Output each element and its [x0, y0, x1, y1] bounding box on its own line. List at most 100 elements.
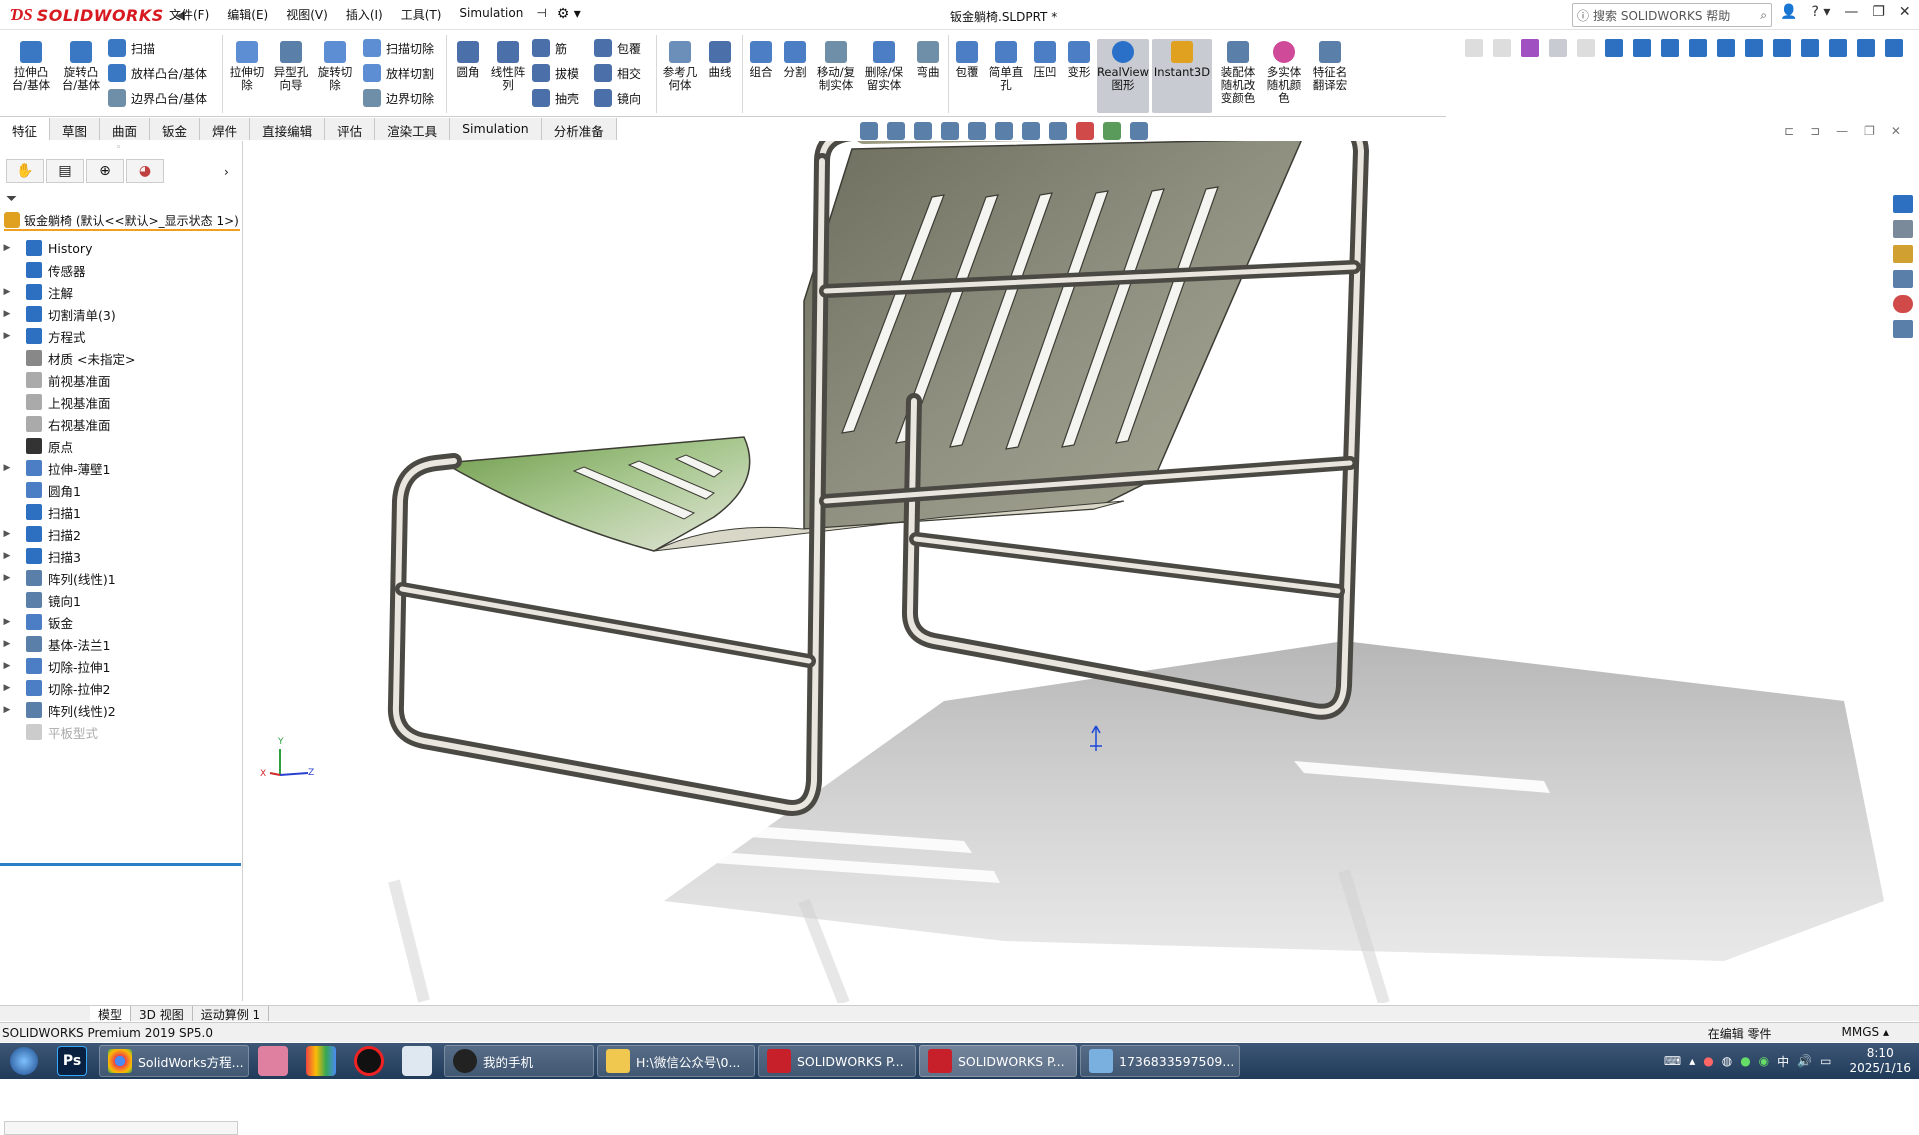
boundary-cut-button[interactable]: 边界切除	[363, 89, 434, 107]
lofted-cut-button[interactable]: 放样切割	[363, 64, 434, 82]
user-icon[interactable]: 👤	[1780, 4, 1797, 20]
app-fan-icon[interactable]	[402, 1046, 432, 1076]
filter-sketch-icon[interactable]	[1829, 39, 1847, 57]
menu-insert[interactable]: 插入(I)	[337, 6, 392, 23]
view-settings-icon[interactable]	[1130, 122, 1148, 140]
rollback-bar[interactable]	[0, 863, 241, 866]
tab-surfaces[interactable]: 曲面	[100, 118, 151, 140]
linear-pattern-button[interactable]: 线性阵 列	[488, 41, 528, 92]
tree-node[interactable]: ▶ 钣金	[0, 611, 243, 633]
appearances-icon[interactable]	[1893, 295, 1913, 313]
task-solidworks-2[interactable]: SOLIDWORKS P...	[919, 1045, 1077, 1077]
tab-render-tools[interactable]: 渲染工具	[375, 118, 451, 140]
expand-arrow-icon[interactable]: ▶	[0, 551, 14, 561]
tab-evaluate[interactable]: 评估	[325, 118, 376, 140]
minimize-button[interactable]: —	[1844, 4, 1858, 20]
tree-node[interactable]: ▶ 扫描2	[0, 523, 243, 545]
wrap-small-button[interactable]: 包覆	[594, 39, 641, 57]
tree-node[interactable]: 镜向1	[0, 589, 243, 611]
filter-vertex-icon[interactable]	[1605, 39, 1623, 57]
swept-cut-button[interactable]: 扫描切除	[363, 39, 434, 57]
tray-arrow-icon[interactable]: ▴	[1689, 1054, 1695, 1068]
section-view-icon[interactable]	[941, 122, 959, 140]
expand-arrow-icon[interactable]: ▶	[0, 639, 14, 649]
tray-green-icon[interactable]: ●	[1740, 1054, 1750, 1068]
sweep-button[interactable]: 扫描	[108, 39, 155, 57]
tree-node[interactable]: ▶ 方程式	[0, 325, 243, 347]
taskbar-clock[interactable]: 8:10 2025/1/16	[1849, 1046, 1911, 1076]
pin-icon[interactable]: ⊣	[532, 6, 550, 23]
tree-node[interactable]: 传感器	[0, 259, 243, 281]
filter-solid-icon[interactable]	[1717, 39, 1735, 57]
design-library-icon[interactable]	[1893, 220, 1913, 238]
home-icon[interactable]	[1893, 195, 1913, 213]
draft-button[interactable]: 拔模	[532, 64, 579, 82]
intersect-button[interactable]: 相交	[594, 64, 641, 82]
tree-node[interactable]: 原点	[0, 435, 243, 457]
expand-arrow-icon[interactable]: ▶	[0, 683, 14, 693]
zoom-to-fit-icon[interactable]	[860, 122, 878, 140]
menu-edit[interactable]: 编辑(E)	[218, 6, 277, 23]
tree-node[interactable]: 右视基准面	[0, 413, 243, 435]
task-solidworks-1[interactable]: SOLIDWORKS P...	[758, 1045, 916, 1077]
panel-grip-icon[interactable]: ◦	[116, 143, 121, 153]
curves-button[interactable]: 曲线	[702, 41, 738, 79]
move-copy-body-button[interactable]: 移动/复 制实体	[814, 41, 858, 92]
help-search-box[interactable]: ⓘ 搜索 SOLIDWORKS 帮助 ⌕	[1572, 3, 1772, 27]
task-my-phone[interactable]: 我的手机	[444, 1045, 594, 1077]
expand-arrow-icon[interactable]: ▶	[0, 529, 14, 539]
deform-button[interactable]: 变形	[1062, 41, 1096, 79]
task-image-viewer[interactable]: 1736833597509...	[1080, 1045, 1240, 1077]
view-orientation-icon[interactable]	[995, 122, 1013, 140]
split-button[interactable]: 分割	[778, 41, 812, 79]
filter-toggle-icon[interactable]	[1493, 39, 1511, 57]
assembly-random-color-button[interactable]: 装配体 随机改 变颜色	[1216, 41, 1260, 105]
revolve-boss-button[interactable]: 旋转凸 台/基体	[58, 41, 104, 92]
tab-features[interactable]: 特征	[0, 118, 51, 140]
tree-node[interactable]: 前视基准面	[0, 369, 243, 391]
boundary-boss-button[interactable]: 边界凸台/基体	[108, 89, 207, 107]
rib-button[interactable]: 筋	[532, 39, 567, 57]
expand-arrow-icon[interactable]: ▶	[0, 661, 14, 671]
tree-node[interactable]: ▶ 阵列(线性)2	[0, 699, 243, 721]
expand-arrow-icon[interactable]: ▶	[0, 463, 14, 473]
tray-keyboard-icon[interactable]: ⌨	[1664, 1054, 1681, 1068]
viewport-minimize-button[interactable]: —	[1836, 124, 1848, 138]
select-other-icon[interactable]	[1577, 39, 1595, 57]
select-arrow-icon[interactable]	[1549, 39, 1567, 57]
extrude-cut-button[interactable]: 拉伸切 除	[226, 41, 268, 92]
photoshop-icon[interactable]: Ps	[57, 1046, 87, 1076]
tree-node[interactable]: ▶ 切除-拉伸1	[0, 655, 243, 677]
tray-network-icon[interactable]: ▭	[1820, 1054, 1831, 1068]
restore-button[interactable]: ❐	[1872, 4, 1885, 20]
combine-button[interactable]: 组合	[744, 41, 778, 79]
delete-keep-body-button[interactable]: 删除/保 留实体	[862, 41, 906, 92]
previous-view-icon[interactable]	[914, 122, 932, 140]
tree-horizontal-scrollbar[interactable]	[4, 1121, 238, 1135]
tray-app2-icon[interactable]: ◍	[1722, 1054, 1732, 1068]
expand-arrow-icon[interactable]: ▶	[0, 309, 14, 319]
tree-node[interactable]: ▶ 注解	[0, 281, 243, 303]
featuremanager-tab-icon[interactable]: ✋	[6, 159, 44, 183]
viewport-right-icon[interactable]: ⊐	[1810, 124, 1820, 138]
realview-button[interactable]: RealView 图形	[1097, 39, 1149, 113]
tree-root[interactable]: 钣金躺椅 (默认<<默认>_显示状态 1>)	[4, 211, 240, 231]
graphics-viewport[interactable]: Y X Z	[244, 141, 1888, 1003]
filter-surface-icon[interactable]	[1689, 39, 1707, 57]
tree-node[interactable]: ▶ 扫描3	[0, 545, 243, 567]
task-explorer-folder[interactable]: H:\微信公众号\0...	[597, 1045, 755, 1077]
search-icon[interactable]: ⌕	[1760, 8, 1767, 23]
tree-node[interactable]: 扫描1	[0, 501, 243, 523]
start-button[interactable]	[0, 1043, 48, 1079]
tree-node[interactable]: 上视基准面	[0, 391, 243, 413]
tray-ime-icon[interactable]: 中	[1777, 1053, 1789, 1070]
flex-button[interactable]: 弯曲	[910, 41, 946, 79]
app-colorful-icon[interactable]	[306, 1046, 336, 1076]
file-explorer-icon[interactable]	[1893, 245, 1913, 263]
help-search-input[interactable]: 搜索 SOLIDWORKS 帮助	[1593, 7, 1760, 24]
tree-node[interactable]: ▶ 切除-拉伸2	[0, 677, 243, 699]
tab-simulation[interactable]: Simulation	[450, 118, 542, 140]
tray-wechat-icon[interactable]: ◉	[1759, 1054, 1769, 1068]
task-chrome-solidworks[interactable]: SolidWorks方程...	[99, 1045, 249, 1077]
viewport-left-icon[interactable]: ⊏	[1784, 124, 1794, 138]
